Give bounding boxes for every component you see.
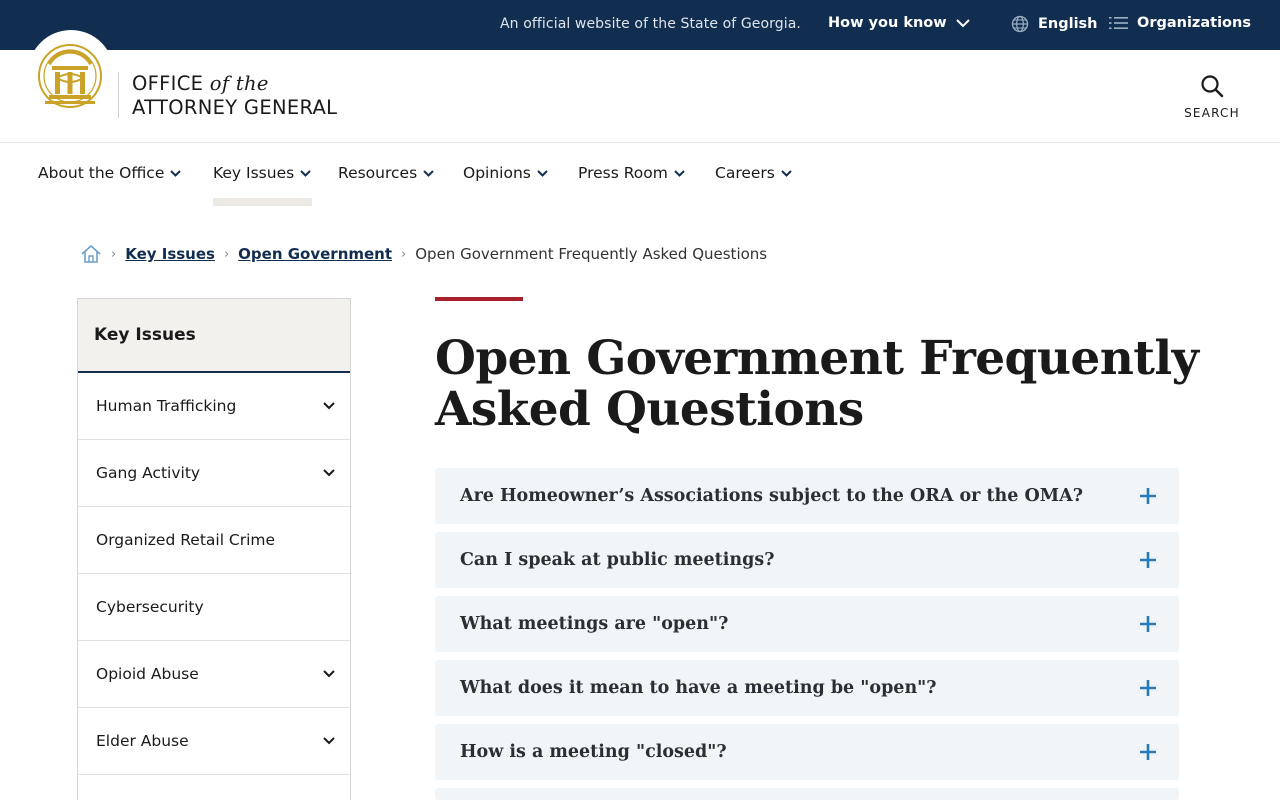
faq-item[interactable]: Can I speak at public meetings? <box>435 532 1179 588</box>
sidebar-item-human-trafficking[interactable]: Human Trafficking <box>78 373 350 440</box>
official-site-text: An official website of the State of Geor… <box>500 16 801 32</box>
nav-active-indicator <box>213 198 312 206</box>
chevron-down-icon <box>955 18 970 27</box>
sidebar-item-gang-activity[interactable]: Gang Activity <box>78 440 350 507</box>
nav-label: About the Office <box>38 164 165 182</box>
chevron-down-icon <box>300 169 311 177</box>
faq-question: What does it mean to have a meeting be "… <box>460 678 937 698</box>
chevron-down-icon <box>674 169 685 177</box>
language-selector[interactable]: English <box>1011 15 1098 33</box>
chevron-down-icon[interactable] <box>323 670 335 678</box>
site-header: OFFICE of the ATTORNEY GENERAL SEARCH <box>0 30 1280 143</box>
sidebar-item-label: Cybersecurity <box>96 598 204 616</box>
faq-question: Are Homeowner’s Associations subject to … <box>460 486 1083 506</box>
sidebar-item-opioid-abuse[interactable]: Opioid Abuse <box>78 641 350 708</box>
official-banner: An official website of the State of Geor… <box>0 0 1280 50</box>
nav-key-issues[interactable]: Key Issues <box>213 164 311 182</box>
breadcrumb-separator: › <box>111 246 117 262</box>
georgia-seal-logo[interactable] <box>35 42 107 116</box>
organizations-label: Organizations <box>1137 15 1251 31</box>
nav-press-room[interactable]: Press Room <box>578 164 685 182</box>
nav-careers[interactable]: Careers <box>715 164 792 182</box>
search-icon <box>1201 75 1224 98</box>
search-button[interactable]: SEARCH <box>1180 74 1244 120</box>
plus-icon[interactable] <box>1139 551 1157 569</box>
sidebar-title: Key Issues <box>78 299 350 373</box>
breadcrumb-open-government[interactable]: Open Government <box>238 245 392 263</box>
language-label: English <box>1038 16 1098 32</box>
faq-item[interactable]: Are Homeowner’s Associations subject to … <box>435 468 1179 524</box>
chevron-down-icon[interactable] <box>323 469 335 477</box>
plus-icon[interactable] <box>1139 487 1157 505</box>
plus-icon[interactable] <box>1139 679 1157 697</box>
brand-of-the: of the <box>209 72 269 95</box>
sidebar-item-organized-retail-crime[interactable]: Organized Retail Crime <box>78 507 350 574</box>
search-label: SEARCH <box>1184 106 1240 120</box>
how-you-know-label: How you know <box>828 15 947 31</box>
sidebar-item-label: Elder Abuse <box>96 732 189 750</box>
faq-question: How is a meeting "closed"? <box>460 742 727 762</box>
brand-line-1: OFFICE of the <box>132 72 337 96</box>
title-accent-bar <box>435 297 523 301</box>
chevron-down-icon[interactable] <box>323 402 335 410</box>
faq-item[interactable]: What meetings are "open"? <box>435 596 1179 652</box>
main-navigation: About the Office Key Issues Resources Op… <box>0 143 1280 207</box>
faq-question: Can I speak at public meetings? <box>460 550 775 570</box>
breadcrumb-separator: › <box>401 246 407 262</box>
home-icon[interactable] <box>80 244 102 264</box>
nav-label: Resources <box>338 164 418 182</box>
breadcrumb: › Key Issues › Open Government › Open Go… <box>80 242 767 266</box>
brand-divider <box>118 72 119 118</box>
sidebar-item-label: Gang Activity <box>96 464 201 482</box>
plus-icon[interactable] <box>1139 615 1157 633</box>
page-title: Open Government Frequently Asked Questio… <box>435 331 1199 437</box>
chevron-down-icon <box>537 169 548 177</box>
nav-opinions[interactable]: Opinions <box>463 164 548 182</box>
brand-line-2: ATTORNEY GENERAL <box>132 96 338 119</box>
nav-resources[interactable]: Resources <box>338 164 434 182</box>
nav-label: Careers <box>715 164 775 182</box>
breadcrumb-separator: › <box>223 246 230 262</box>
sidebar-item-label: Human Trafficking <box>96 397 237 415</box>
sidebar-item-label: Opioid Abuse <box>96 665 199 683</box>
globe-icon <box>1011 15 1029 33</box>
breadcrumb-current: Open Government Frequently Asked Questio… <box>415 245 768 263</box>
sidebar-nav: Key Issues Human Trafficking Gang Activi… <box>77 298 351 800</box>
faq-question: What meetings are "open"? <box>460 614 729 634</box>
faq-item[interactable]: What does it mean to have a meeting be "… <box>435 660 1179 716</box>
how-you-know-toggle[interactable]: How you know <box>828 15 970 31</box>
nav-label: Opinions <box>463 164 531 182</box>
faq-item[interactable]: How is a meeting "closed"? <box>435 724 1179 780</box>
site-brand[interactable]: OFFICE of the ATTORNEY GENERAL <box>132 72 337 120</box>
chevron-down-icon <box>781 169 792 177</box>
organizations-menu[interactable]: Organizations <box>1109 15 1251 31</box>
sidebar-item-label: Organized Retail Crime <box>96 531 276 549</box>
list-icon <box>1109 17 1128 29</box>
breadcrumb-key-issues[interactable]: Key Issues <box>125 245 215 263</box>
chevron-down-icon <box>423 169 434 177</box>
brand-office: OFFICE <box>132 72 204 95</box>
chevron-down-icon <box>170 169 182 177</box>
chevron-down-icon[interactable] <box>323 737 335 745</box>
plus-icon[interactable] <box>1139 743 1157 761</box>
faq-item-partial[interactable] <box>435 788 1179 800</box>
nav-label: Press Room <box>578 164 668 182</box>
nav-label: Key Issues <box>213 164 295 182</box>
sidebar-item-cybersecurity[interactable]: Cybersecurity <box>78 574 350 641</box>
nav-about-the-office[interactable]: About the Office <box>38 164 182 182</box>
sidebar-item-elder-abuse[interactable]: Elder Abuse <box>78 708 350 775</box>
